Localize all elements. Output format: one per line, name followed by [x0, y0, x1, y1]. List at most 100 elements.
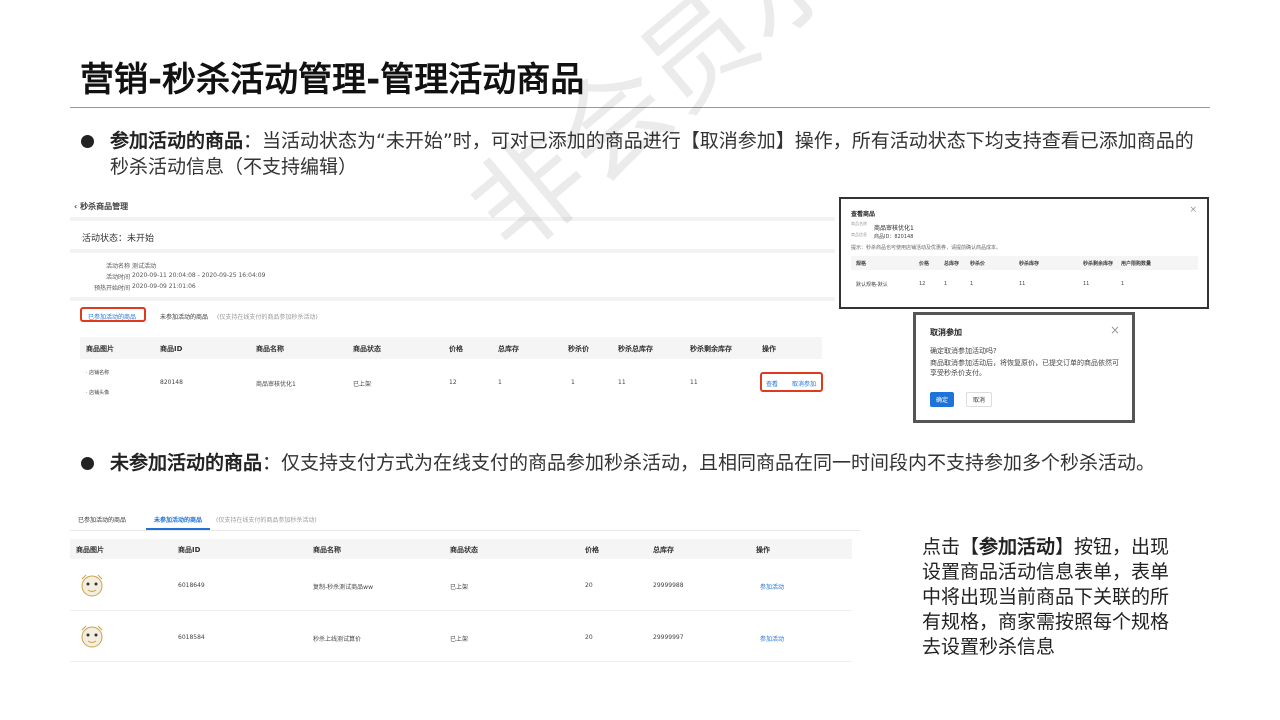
tabs-bar: 已参加活动的商品 未参加活动的商品 (仅支持在线支付的商品参加秒杀活动) [70, 507, 860, 531]
tab-hint: (仅支持在线支付的商品参加秒杀活动) [217, 314, 318, 321]
note-bold: 参加活动 [979, 536, 1056, 558]
table-row: · 店铺名称 · 店铺头像 820148 商品审核优化1 已上架 12 1 1 … [80, 361, 823, 405]
th-price: 价格 [449, 345, 463, 353]
th-price: 价格 [919, 261, 930, 267]
cell-id: 6018584 [178, 634, 205, 641]
shop-name: · 店铺名称 [86, 370, 110, 376]
th-stock: 总库存 [944, 261, 960, 267]
bullet-dot [81, 457, 94, 470]
cell-seckill-price: 1 [970, 281, 974, 287]
cell-stock: 29999997 [653, 634, 684, 641]
dialog-question: 确定取消参加活动吗? [930, 347, 997, 355]
info-value: 测试活动 [132, 263, 157, 270]
th-stock: 总库存 [653, 546, 674, 554]
highlight-box [80, 307, 146, 322]
table-header: 商品图片 商品ID 商品名称 商品状态 价格 总库存 操作 [70, 539, 852, 559]
th-image: 商品图片 [76, 546, 104, 554]
info-value: 2020-09-11 20:04:08 - 2020-09-25 16:04:0… [132, 272, 266, 279]
th-name: 商品名称 [313, 546, 341, 554]
cell-price: 20 [585, 634, 593, 641]
active-tab-indicator [146, 528, 210, 530]
cell-status: 已上架 [353, 381, 372, 388]
cell-stock: 1 [498, 379, 502, 386]
close-icon[interactable]: × [1189, 205, 1197, 215]
th-seckill-left: 秒杀剩余库存 [690, 345, 732, 353]
side-note: 点击【参加活动】按钮，出现设置商品活动信息表单，表单中将出现当前商品下关联的所有… [922, 535, 1177, 660]
th-status: 商品状态 [450, 546, 478, 554]
cell-stock: 1 [944, 281, 948, 287]
th-limit: 用户限购数量 [1121, 261, 1152, 267]
bullet-text: ：仅支持支付方式为在线支付的商品参加秒杀活动，且相同商品在同一时间段内不支持参加… [262, 452, 1156, 474]
cell-price: 20 [585, 582, 593, 589]
highlight-box [760, 372, 823, 392]
join-activity-button[interactable]: 参加活动 [760, 634, 784, 643]
th-image: 商品图片 [86, 345, 114, 353]
table-header: 商品图片 商品ID 商品名称 商品状态 价格 总库存 秒杀价 秒杀总库存 秒杀剩… [80, 337, 822, 359]
joined-products-screenshot: ‹ 秒杀商品管理 活动状态：未开始 活动名称 测试活动 活动时间 2020-09… [70, 195, 835, 417]
cell-seckill-price: 1 [571, 379, 575, 386]
cell-limit: 1 [1121, 281, 1125, 287]
page-header: ‹ 秒杀商品管理 [70, 195, 835, 217]
product-name: 商品审核优化1 [874, 225, 914, 232]
th-id: 商品ID [160, 345, 183, 353]
table-row: 6018584 秒杀上线测试算价 已上架 20 29999997 参加活动 [70, 612, 852, 662]
tab-not-joined[interactable]: 未参加活动的商品 [154, 515, 202, 524]
bullet-not-joined-products: 未参加活动的商品：仅支持支付方式为在线支付的商品参加秒杀活动，且相同商品在同一时… [81, 450, 1205, 476]
cell-spec: 默认规格-默认 [856, 282, 888, 288]
join-activity-button[interactable]: 参加活动 [760, 582, 784, 591]
info-label: 活动名称 [105, 263, 130, 270]
status-bar: 活动状态：未开始 [70, 221, 835, 249]
back-link[interactable]: ‹ 秒杀商品管理 [74, 201, 128, 212]
shop-avatar: · 店铺头像 [86, 390, 110, 396]
product-thumbnail-icon [81, 625, 103, 648]
cell-id: 820148 [160, 379, 183, 386]
th-seckill-left: 秒杀剩余库存 [1083, 261, 1114, 267]
tip-text: 提示：秒杀商品也可使用店铺活动及优惠券，请提前确认商品成本。 [851, 245, 1002, 251]
cell-name: 商品审核优化1 [256, 381, 296, 388]
field-label: 商品名称 [851, 221, 867, 226]
info-label: 预热开始时间 [93, 285, 130, 292]
product-thumbnail-icon [81, 574, 103, 597]
cell-stock: 29999988 [653, 582, 684, 589]
cell-name: 复制-秒杀测试商品ww [313, 584, 373, 591]
tab-not-joined[interactable]: 未参加活动的商品 [160, 312, 208, 321]
dialog-table-header: 规格 价格 总库存 秒杀价 秒杀库存 秒杀剩余库存 用户限购数量 [851, 256, 1198, 270]
th-seckill-price: 秒杀价 [568, 345, 589, 353]
dialog-table-row: 默认规格-默认 12 1 1 11 11 1 [851, 277, 1198, 291]
not-joined-products-screenshot: 已参加活动的商品 未参加活动的商品 (仅支持在线支付的商品参加秒杀活动) 商品图… [70, 507, 860, 665]
th-spec: 规格 [856, 261, 867, 267]
cell-name: 秒杀上线测试算价 [313, 636, 362, 643]
field-label: 商品信息 [851, 232, 867, 237]
th-price: 价格 [585, 546, 599, 554]
confirm-button[interactable]: 确定 [930, 392, 955, 407]
cell-seckill-stock: 11 [618, 379, 626, 386]
dialog-title: 查看商品 [851, 211, 876, 218]
bullet-heading: 未参加活动的商品 [110, 452, 263, 474]
th-seckill-stock: 秒杀总库存 [618, 345, 653, 353]
cell-seckill-left: 11 [1083, 281, 1090, 287]
bullet-dot [81, 135, 94, 148]
note-text: 点击【 [922, 536, 980, 558]
dialog-title: 取消参加 [930, 328, 962, 337]
cell-status: 已上架 [450, 636, 469, 643]
product-id: 商品ID：820148 [874, 234, 914, 240]
products-card: 已参加活动的商品 未参加活动的商品 (仅支持在线支付的商品参加秒杀活动) 商品图… [70, 301, 835, 417]
th-seckill-stock: 秒杀库存 [1019, 261, 1040, 267]
info-value: 2020-09-09 21:01:06 [132, 283, 196, 290]
cell-seckill-stock: 11 [1019, 281, 1026, 287]
cancel-button[interactable]: 取消 [966, 392, 993, 407]
table-row: 6018649 复制-秒杀测试商品ww 已上架 20 29999988 参加活动 [70, 561, 852, 611]
cell-id: 6018649 [178, 582, 205, 589]
tab-joined[interactable]: 已参加活动的商品 [78, 515, 126, 524]
th-status: 商品状态 [353, 345, 381, 353]
dialog-desc: 商品取消参加活动后，将恢复原价，已提交订单的商品依然可享受秒杀价支付。 [930, 359, 1119, 377]
close-icon[interactable]: × [1110, 323, 1120, 337]
activity-status: 活动状态：未开始 [82, 234, 155, 244]
tab-hint: (仅支持在线支付的商品参加秒杀活动) [216, 517, 317, 524]
th-op: 操作 [762, 345, 776, 353]
th-op: 操作 [756, 546, 770, 554]
cell-price: 12 [919, 281, 926, 287]
info-label: 活动时间 [105, 274, 130, 281]
view-product-dialog: 查看商品 × 商品名称 商品审核优化1 商品信息 商品ID：820148 提示：… [839, 197, 1209, 309]
cancel-join-dialog: 取消参加 × 确定取消参加活动吗? 商品取消参加活动后，将恢复原价，已提交订单的… [913, 312, 1135, 423]
